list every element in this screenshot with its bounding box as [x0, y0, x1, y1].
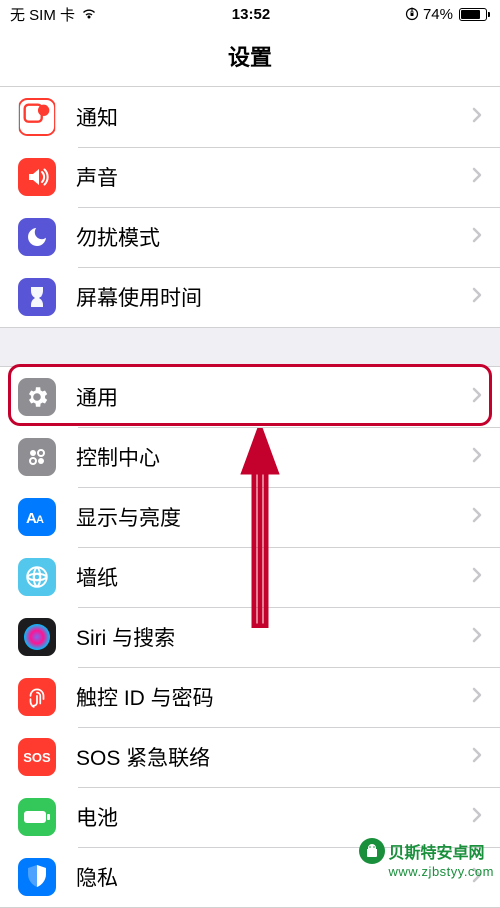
settings-row[interactable]: 隐私 — [0, 847, 500, 907]
status-bar: 无 SIM 卡 13:52 74% — [0, 0, 500, 28]
battery-percent: 74% — [423, 6, 453, 23]
sound-icon — [18, 158, 56, 196]
screentime-icon — [18, 278, 56, 316]
settings-row[interactable]: SOS SOS 紧急联络 — [0, 727, 500, 787]
chevron-right-icon — [472, 747, 482, 768]
chevron-right-icon — [472, 447, 482, 468]
chevron-right-icon — [472, 867, 482, 888]
settings-row[interactable]: 墙纸 — [0, 547, 500, 607]
row-label: 控制中心 — [76, 442, 472, 472]
dnd-icon — [18, 218, 56, 256]
settings-group: 通用控制中心 AA 显示与亮度墙纸 Siri 与搜索触控 ID 与密码 SOS SOS 紧… — [0, 366, 500, 908]
display-icon: AA — [18, 498, 56, 536]
row-label: 勿扰模式 — [76, 222, 472, 252]
chevron-right-icon — [472, 567, 482, 588]
orientation-lock-icon — [405, 7, 419, 21]
general-icon — [18, 378, 56, 416]
privacy-icon — [18, 858, 56, 896]
settings-row[interactable]: Siri 与搜索 — [0, 607, 500, 667]
row-label: 隐私 — [76, 862, 472, 892]
svg-text:A: A — [36, 514, 44, 526]
chevron-right-icon — [472, 107, 482, 128]
chevron-right-icon — [472, 507, 482, 528]
settings-row[interactable]: 通知 — [0, 87, 500, 147]
clock: 13:52 — [232, 6, 270, 23]
settings-row[interactable]: 勿扰模式 — [0, 207, 500, 267]
settings-row[interactable]: 控制中心 — [0, 427, 500, 487]
row-label: SOS 紧急联络 — [76, 742, 472, 772]
page-title: 设置 — [0, 28, 500, 87]
wifi-icon — [81, 8, 97, 20]
chevron-right-icon — [472, 687, 482, 708]
row-label: 屏幕使用时间 — [76, 282, 472, 312]
siri-icon — [18, 618, 56, 656]
settings-row[interactable]: AA 显示与亮度 — [0, 487, 500, 547]
settings-row[interactable]: 触控 ID 与密码 — [0, 667, 500, 727]
row-label: 通知 — [76, 102, 472, 132]
row-label: 通用 — [76, 382, 472, 412]
settings-group: 通知声音勿扰模式屏幕使用时间 — [0, 87, 500, 328]
chevron-right-icon — [472, 287, 482, 308]
row-label: 触控 ID 与密码 — [76, 682, 472, 712]
row-label: 墙纸 — [76, 562, 472, 592]
sos-icon: SOS — [18, 738, 56, 776]
chevron-right-icon — [472, 387, 482, 408]
settings-row[interactable]: 电池 — [0, 787, 500, 847]
row-label: 显示与亮度 — [76, 502, 472, 532]
control-center-icon — [18, 438, 56, 476]
battery-icon — [18, 798, 56, 836]
notifications-icon — [18, 98, 56, 136]
chevron-right-icon — [472, 227, 482, 248]
settings-row[interactable]: 声音 — [0, 147, 500, 207]
touchid-icon — [18, 678, 56, 716]
settings-row[interactable]: 屏幕使用时间 — [0, 267, 500, 327]
battery-icon — [457, 8, 490, 21]
row-label: Siri 与搜索 — [76, 622, 472, 652]
sim-status: 无 SIM 卡 — [10, 4, 75, 25]
chevron-right-icon — [472, 167, 482, 188]
row-label: 声音 — [76, 162, 472, 192]
chevron-right-icon — [472, 807, 482, 828]
settings-row[interactable]: 通用 — [0, 367, 500, 427]
row-label: 电池 — [76, 802, 472, 832]
chevron-right-icon — [472, 627, 482, 648]
wallpaper-icon — [18, 558, 56, 596]
